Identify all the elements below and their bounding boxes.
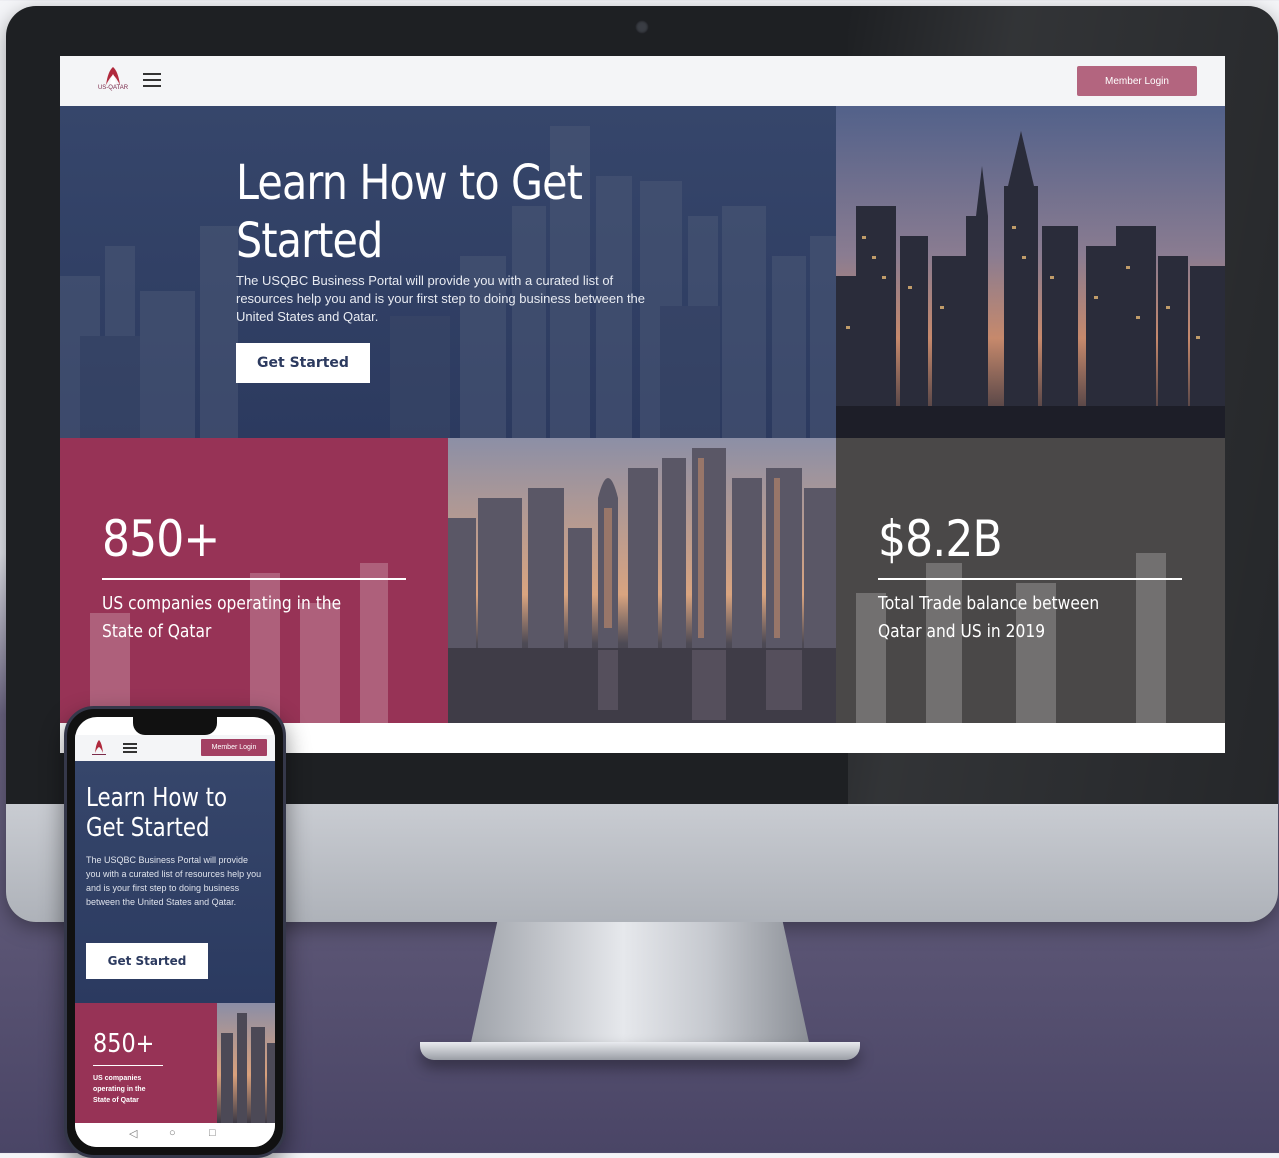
stat-label: US companies operating in the State of Q… bbox=[93, 1075, 146, 1104]
desktop-website: US-QATAR Member Login Learn How to Get S… bbox=[60, 56, 1225, 753]
usqbc-logo-icon[interactable] bbox=[89, 739, 109, 757]
mobile-navbar: Member Login bbox=[75, 735, 275, 761]
logo-text: US-QATAR bbox=[97, 85, 129, 91]
hero-title: Learn How to Get Started bbox=[236, 155, 583, 269]
hero-description: The USQBC Business Portal will provide y… bbox=[236, 273, 646, 324]
hero-title: Learn How to Get Started bbox=[86, 783, 228, 843]
stat-value: 850+ bbox=[93, 1029, 155, 1059]
stat-label: Total Trade balance between Qatar and US… bbox=[878, 593, 1100, 642]
stat-value: 850+ bbox=[102, 510, 220, 568]
monitor-stand-base bbox=[420, 1042, 860, 1060]
stat-card-companies: 850+ US companies operating in the State… bbox=[60, 438, 448, 723]
stat-label: US companies operating in the State of Q… bbox=[102, 593, 342, 642]
mobile-website: Member Login Learn How to Get Started Th… bbox=[75, 717, 275, 1147]
stat-divider bbox=[102, 578, 406, 580]
home-icon[interactable]: ○ bbox=[169, 1127, 176, 1139]
mobile-hero-section: Learn How to Get Started The USQBC Busin… bbox=[75, 761, 275, 1003]
camera-icon bbox=[635, 20, 649, 34]
recents-icon[interactable]: □ bbox=[209, 1127, 216, 1139]
doha-skyline-image bbox=[221, 1013, 275, 1123]
hamburger-menu-icon[interactable] bbox=[123, 743, 137, 753]
hero-description: The USQBC Business Portal will provide y… bbox=[86, 855, 262, 907]
back-icon[interactable]: ◁ bbox=[129, 1127, 137, 1140]
stat-divider bbox=[93, 1065, 163, 1066]
member-login-button[interactable]: Member Login bbox=[201, 739, 267, 756]
get-started-button[interactable]: Get Started bbox=[236, 343, 370, 383]
stat-card-trade: $8.2B Total Trade balance between Qatar … bbox=[836, 438, 1225, 723]
hamburger-menu-icon[interactable] bbox=[143, 73, 161, 87]
stat-divider bbox=[878, 578, 1182, 580]
top-navbar: US-QATAR Member Login bbox=[60, 56, 1225, 107]
doha-skyline-image bbox=[448, 448, 836, 723]
get-started-button[interactable]: Get Started bbox=[86, 943, 208, 979]
doha-skyline-photo bbox=[448, 438, 836, 723]
logo-flame-icon bbox=[106, 67, 120, 85]
usqbc-logo[interactable]: US-QATAR bbox=[94, 65, 132, 99]
mobile-phone: Member Login Learn How to Get Started Th… bbox=[64, 706, 286, 1158]
nyc-skyline-photo bbox=[836, 106, 1225, 438]
nyc-skyline-image bbox=[836, 131, 1225, 438]
mobile-stat-card: 850+ US companies operating in the State… bbox=[75, 1003, 217, 1123]
monitor-stand bbox=[470, 922, 810, 1047]
mobile-doha-photo bbox=[217, 1003, 275, 1123]
member-login-button[interactable]: Member Login bbox=[1077, 66, 1197, 96]
hero-section: Learn How to Get Started The USQBC Busin… bbox=[60, 106, 836, 438]
stat-value: $8.2B bbox=[878, 510, 1003, 568]
phone-notch bbox=[133, 717, 217, 735]
